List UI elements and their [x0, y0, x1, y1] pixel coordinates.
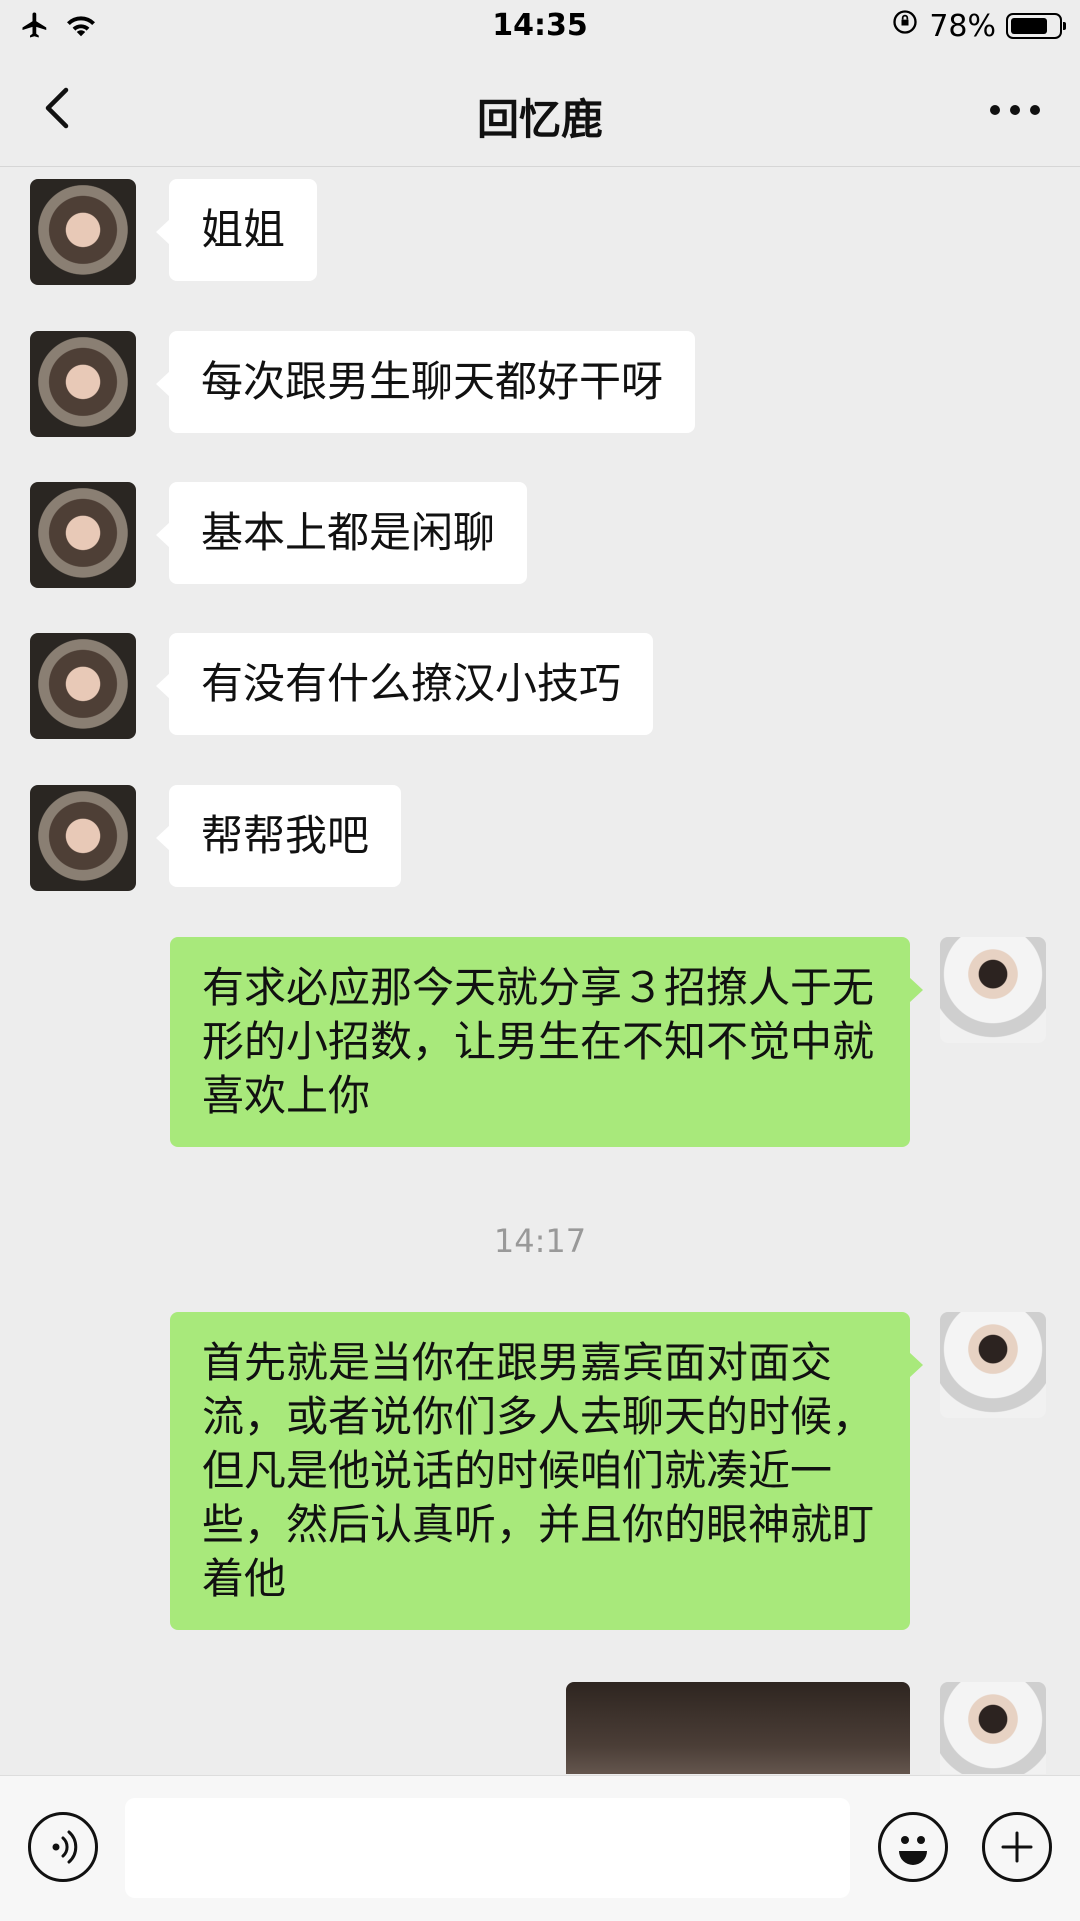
message-bubble[interactable]: 有求必应那今天就分享３招撩人于无形的小招数，让男生在不知不觉中就喜欢上你 — [170, 937, 923, 1147]
friend-avatar[interactable] — [30, 633, 136, 739]
friend-avatar[interactable] — [30, 179, 136, 285]
friend-avatar[interactable] — [30, 482, 136, 588]
voice-icon — [52, 1830, 78, 1864]
input-bar — [0, 1775, 1080, 1921]
message-input[interactable] — [125, 1798, 850, 1898]
rotation-lock-icon — [891, 8, 919, 44]
message-timestamp: 14:17 — [493, 1222, 587, 1260]
emoji-icon — [899, 1836, 927, 1865]
message-bubble[interactable]: 帮帮我吧 — [155, 785, 402, 887]
more-button[interactable] — [980, 80, 1050, 140]
image-message[interactable] — [566, 1682, 910, 1774]
self-avatar[interactable] — [940, 1682, 1046, 1774]
chat-title: 回忆鹿 — [476, 95, 603, 144]
chat-header: 回忆鹿 — [0, 54, 1080, 167]
plus-button[interactable] — [982, 1812, 1052, 1882]
message-bubble[interactable]: 有没有什么撩汉小技巧 — [155, 633, 654, 735]
message-bubble[interactable]: 每次跟男生聊天都好干呀 — [155, 331, 696, 433]
message-bubble[interactable]: 首先就是当你在跟男嘉宾面对面交流，或者说你们多人去聊天的时候，但凡是他说话的时候… — [170, 1312, 923, 1630]
friend-avatar[interactable] — [30, 785, 136, 891]
voice-button[interactable] — [28, 1812, 98, 1882]
self-avatar[interactable] — [940, 1312, 1046, 1418]
message-bubble[interactable]: 姐姐 — [155, 179, 318, 281]
plus-icon — [1001, 1831, 1033, 1863]
message-bubble[interactable]: 基本上都是闲聊 — [155, 482, 528, 584]
battery-icon — [1006, 13, 1066, 39]
battery-percent: 78% — [929, 8, 996, 44]
status-bar: 14:35 78% — [0, 0, 1080, 54]
more-dots-icon — [990, 105, 1040, 115]
self-avatar[interactable] — [940, 937, 1046, 1043]
emoji-button[interactable] — [878, 1812, 948, 1882]
message-list[interactable]: 姐姐 每次跟男生聊天都好干呀 基本上都是闲聊 有没有什么撩汉小技巧 帮帮我吧 有… — [0, 167, 1080, 1774]
friend-avatar[interactable] — [30, 331, 136, 437]
